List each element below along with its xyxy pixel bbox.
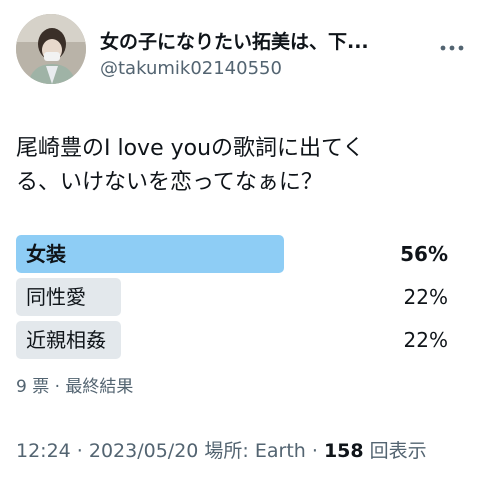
poll-option-label: 近親相姦 bbox=[26, 328, 106, 352]
tweet-header: 女の子になりたい拓美は、下... @takumik02140550 bbox=[16, 14, 468, 94]
poll: 女装 56% 同性愛 22% 近親相姦 22% bbox=[16, 235, 456, 364]
display-name[interactable]: 女の子になりたい拓美は、下... bbox=[100, 30, 420, 54]
user-names: 女の子になりたい拓美は、下... @takumik02140550 bbox=[100, 30, 420, 82]
poll-option-percent: 56% bbox=[400, 242, 448, 266]
poll-option-percent: 22% bbox=[403, 328, 448, 352]
view-count: 158 bbox=[323, 440, 364, 462]
poll-meta: 9 票 · 最終結果 bbox=[16, 377, 134, 397]
tweet-timestamp[interactable]: 12:24 · 2023/05/20 bbox=[16, 440, 198, 462]
avatar-photo bbox=[16, 14, 86, 84]
tweet-text: 尾崎豊のI love youの歌詞に出てく る、いけないを恋ってなぁに？ bbox=[16, 132, 456, 200]
more-horizontal-icon[interactable] bbox=[440, 36, 464, 56]
poll-option-2: 同性愛 22% bbox=[16, 278, 456, 316]
poll-option-percent: 22% bbox=[403, 285, 448, 309]
tweet-footer: 12:24 · 2023/05/20 場所: Earth · 158 回表示 bbox=[16, 436, 427, 463]
tweet-text-line: る、いけないを恋ってなぁに？ bbox=[16, 170, 323, 195]
poll-option-3: 近親相姦 22% bbox=[16, 321, 456, 359]
tweet-text-line: 尾崎豊のI love youの歌詞に出てく bbox=[16, 136, 365, 161]
poll-option-label: 女装 bbox=[26, 242, 66, 266]
user-handle[interactable]: @takumik02140550 bbox=[100, 56, 420, 82]
poll-option-label: 同性愛 bbox=[26, 285, 86, 309]
view-count-label: 回表示 bbox=[363, 440, 427, 462]
tweet-location: 場所: Earth · bbox=[198, 440, 324, 462]
avatar[interactable] bbox=[16, 14, 86, 84]
poll-option-1: 女装 56% bbox=[16, 235, 456, 273]
